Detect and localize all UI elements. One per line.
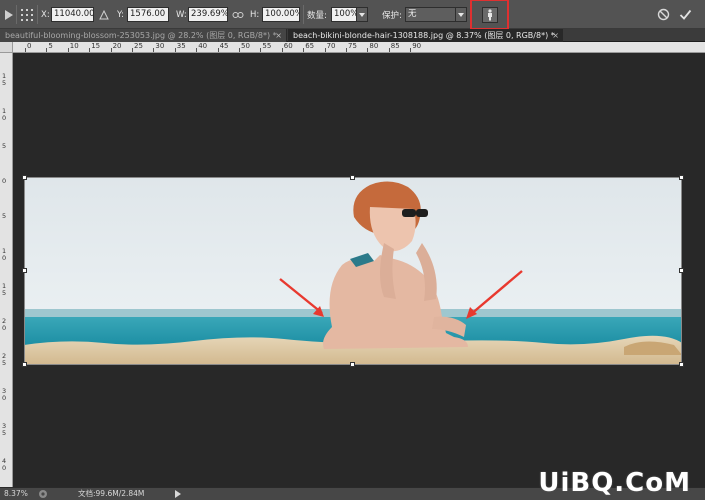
tab-beach[interactable]: beach-bikini-blonde-hair-1308188.jpg @ 8… xyxy=(288,29,563,42)
transform-handle-top-center[interactable] xyxy=(350,175,355,180)
ruler-tick-label: 40 xyxy=(198,42,208,50)
amount-label: 数量: xyxy=(307,10,327,21)
ruler-tick-label: 25 xyxy=(134,42,143,50)
protect-skin-tones-highlight xyxy=(470,0,509,30)
transform-handle-bottom-left[interactable] xyxy=(22,362,27,367)
w-field[interactable]: 239.69% xyxy=(188,7,228,22)
ruler-tick-label: 5 xyxy=(48,42,53,50)
ruler-tick-label: 15 xyxy=(2,72,7,87)
amount-field[interactable]: 100% xyxy=(331,7,357,22)
transform-handle-bottom-center[interactable] xyxy=(350,362,355,367)
close-icon[interactable]: × xyxy=(275,29,282,42)
ruler-origin[interactable] xyxy=(0,42,13,53)
document-tab-bar: beautiful-blooming-blossom-253053.jpg @ … xyxy=(0,29,705,42)
ruler-tick-label: 40 xyxy=(2,457,7,472)
x-label: X: xyxy=(41,9,50,20)
status-expand-arrow-icon[interactable] xyxy=(175,488,181,500)
protect-dropdown-arrow-icon[interactable] xyxy=(456,7,467,22)
transform-handle-middle-right[interactable] xyxy=(679,268,684,273)
site-watermark: UiBQ.CoM xyxy=(538,468,691,498)
transform-handle-bottom-right[interactable] xyxy=(679,362,684,367)
ruler-tick-label: 15 xyxy=(91,42,101,50)
status-menu-icon[interactable] xyxy=(38,488,48,500)
delta-icon[interactable] xyxy=(99,0,109,29)
ruler-tick-label: 85 xyxy=(390,42,400,50)
reference-point-icon[interactable] xyxy=(20,0,34,29)
y-field[interactable]: 1576.00 像 xyxy=(127,7,169,22)
cancel-transform-icon[interactable] xyxy=(657,0,670,29)
y-label: Y: xyxy=(117,9,124,20)
protect-skin-tones-icon[interactable] xyxy=(481,6,498,23)
ruler-tick-label: 90 xyxy=(412,42,422,50)
ruler-tick-label: 0 xyxy=(2,177,7,185)
vertical-ruler[interactable]: 15 10 5 0 5 10 15 20 25 30 35 40 xyxy=(0,53,13,487)
ruler-tick-label: 5 xyxy=(2,212,7,220)
ruler-tick-label: 5 xyxy=(2,142,7,150)
transform-handle-top-left[interactable] xyxy=(22,175,27,180)
ruler-tick-label: 30 xyxy=(155,42,165,50)
transform-handle-top-right[interactable] xyxy=(679,175,684,180)
options-bar: X: 11040.00 f Y: 1576.00 像 W: 239.69% H:… xyxy=(0,0,705,30)
x-field[interactable]: 11040.00 f xyxy=(51,7,94,22)
link-icon[interactable] xyxy=(232,0,244,29)
document-size: 文档:99.6M/2.84M xyxy=(78,489,145,498)
ruler-tick-label: 35 xyxy=(176,42,186,50)
ruler-tick-label: 65 xyxy=(305,42,315,50)
amount-dropdown-arrow-icon[interactable] xyxy=(357,7,368,22)
zoom-level[interactable]: 8.37% xyxy=(4,488,28,500)
horizontal-ruler[interactable]: 0 5 10 15 20 25 30 35 40 45 50 55 60 65 70 75 80 85 90 xyxy=(13,42,705,53)
ruler-tick-label: 10 xyxy=(2,107,7,122)
tab-blossom[interactable]: beautiful-blooming-blossom-253053.jpg @ … xyxy=(0,29,287,42)
ruler-tick-label: 70 xyxy=(326,42,336,50)
protect-select[interactable]: 无 xyxy=(405,7,456,22)
protect-label: 保护: xyxy=(382,10,402,21)
tool-preset-icon[interactable] xyxy=(4,0,14,29)
ruler-tick-label: 55 xyxy=(262,42,272,50)
ruler-tick-label: 75 xyxy=(348,42,357,50)
ruler-tick-label: 50 xyxy=(241,42,250,50)
h-field[interactable]: 100.00% xyxy=(262,7,300,22)
ruler-tick-label: 10 xyxy=(2,247,7,262)
transform-bounding-box[interactable] xyxy=(24,177,682,365)
transform-handle-middle-left[interactable] xyxy=(22,268,27,273)
ruler-tick-label: 45 xyxy=(219,42,229,50)
ruler-tick-label: 15 xyxy=(2,282,7,297)
ruler-tick-label: 25 xyxy=(2,352,7,367)
w-label: W: xyxy=(176,9,187,20)
close-icon[interactable]: × xyxy=(552,29,559,42)
ruler-tick-label: 35 xyxy=(2,422,7,437)
ruler-tick-label: 60 xyxy=(283,42,293,50)
ruler-tick-label: 10 xyxy=(69,42,79,50)
commit-transform-icon[interactable] xyxy=(679,0,692,29)
ruler-tick-label: 0 xyxy=(27,42,32,50)
tab-label: beach-bikini-blonde-hair-1308188.jpg @ 8… xyxy=(293,31,555,40)
ruler-tick-label: 20 xyxy=(112,42,122,50)
ruler-tick-label: 20 xyxy=(2,317,7,332)
ruler-tick-label: 30 xyxy=(2,387,7,402)
h-label: H: xyxy=(250,9,260,20)
tab-label: beautiful-blooming-blossom-253053.jpg @ … xyxy=(5,31,277,40)
ruler-tick-label: 80 xyxy=(369,42,379,50)
